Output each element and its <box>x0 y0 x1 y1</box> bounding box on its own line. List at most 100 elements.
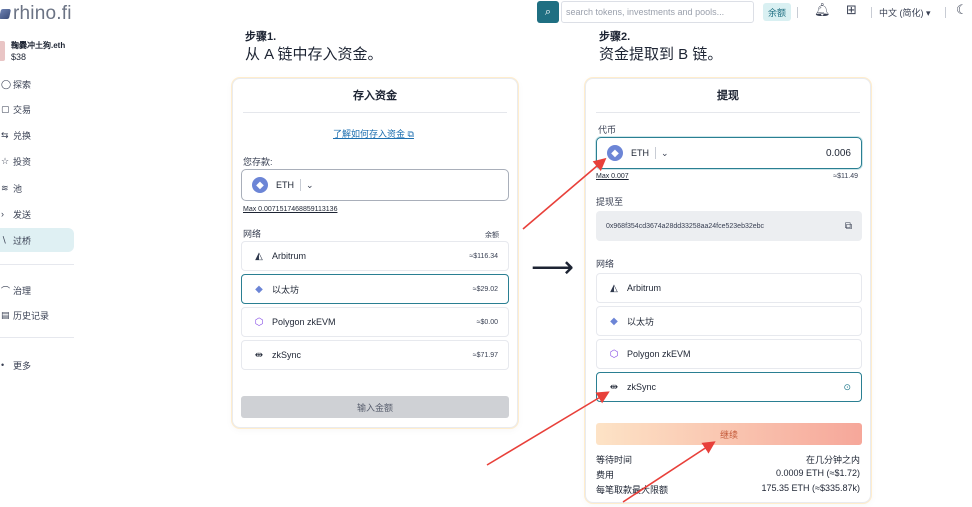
ethereum-icon: ◆ <box>255 283 263 295</box>
sidebar-item-governance[interactable]: ⌒ 治理 <box>0 278 74 302</box>
sidebar-item-label: 发送 <box>13 209 32 220</box>
eth-icon: ◆ <box>607 145 623 161</box>
bridge-icon: ∖ <box>1 234 7 245</box>
max-limit-label: 每笔取款最大限额 <box>596 485 669 495</box>
sidebar-item-label: 交易 <box>13 104 32 115</box>
token-name: ETH <box>276 180 294 190</box>
withdraw-amount[interactable]: 0.006 <box>826 148 851 159</box>
network-name: 以太坊 <box>272 284 300 295</box>
avatar <box>0 41 5 61</box>
you-deposit-label: 您存款: <box>243 157 273 167</box>
user-name: 鞠爨冲土狗.eth <box>11 41 66 50</box>
deposit-card-title: 存入资金 <box>243 87 507 113</box>
token-separator <box>655 147 656 159</box>
network-balance: ≈$71.97 <box>472 351 498 359</box>
withdraw-amount-input[interactable]: ◆ ETH ⌄ 0.006 <box>596 137 862 169</box>
network-name: Arbitrum <box>627 283 662 293</box>
token-label: 代币 <box>598 125 617 135</box>
sidebar-item-bridge[interactable]: ∖ 过桥 <box>0 228 74 252</box>
bell-icon[interactable]: 🔔︎ <box>814 2 831 18</box>
arbitrum-icon: ◭ <box>255 250 263 262</box>
network-name: Polygon zkEVM <box>272 317 336 327</box>
topbar-divider <box>871 7 872 18</box>
network-option-arbitrum[interactable]: ◭ Arbitrum ≈$116.34 <box>241 241 509 271</box>
selected-check-icon: ⊙ <box>843 381 851 392</box>
network-name: zkSync <box>627 382 657 392</box>
copy-icon[interactable]: ⧉ <box>845 221 852 232</box>
sidebar-divider <box>0 264 74 265</box>
search-button[interactable]: ⌕ <box>537 1 559 23</box>
sidebar-item-send[interactable]: › 发送 <box>0 202 74 226</box>
invest-icon: ☆ <box>1 155 10 166</box>
language-selector[interactable]: 中文 (简化) ▾ <box>879 6 931 19</box>
network-option-zksync[interactable]: ⇹ zkSync ≈$71.97 <box>241 340 509 370</box>
deposit-max[interactable]: Max 0.0071517468859113136 <box>243 206 337 213</box>
sidebar-item-more[interactable]: • 更多 <box>0 353 74 377</box>
network-option-ethereum[interactable]: ◆ 以太坊 ≈$29.02 <box>241 274 509 304</box>
network-option-polygon-zkevm[interactable]: ⬡ Polygon zkEVM ≈$0.00 <box>241 307 509 337</box>
sidebar-item-label: 投资 <box>13 156 32 167</box>
rhino-logo-icon <box>0 9 12 19</box>
sidebar-item-trade[interactable]: ▢ 交易 <box>0 97 74 121</box>
fee-label: 费用 <box>596 470 615 480</box>
zksync-icon: ⇹ <box>609 381 619 393</box>
withdraw-max[interactable]: Max 0.007 <box>596 173 629 180</box>
network-balance: ≈$116.34 <box>469 252 498 260</box>
network-balance: ≈$29.02 <box>472 285 498 293</box>
network-label: 网络 <box>596 259 615 269</box>
network-option-arbitrum[interactable]: ◭ Arbitrum <box>596 273 862 303</box>
network-balance: ≈$0.00 <box>476 318 498 326</box>
withdraw-address-field[interactable]: 0x968f354cd3674a28dd33258aa24fce523eb32e… <box>596 211 862 241</box>
eth-icon: ◆ <box>252 177 268 193</box>
network-name: Polygon zkEVM <box>627 349 691 359</box>
network-option-zksync[interactable]: ⇹ zkSync ⊙ <box>596 372 862 402</box>
sidebar-item-swap[interactable]: ⇆ 兑换 <box>0 123 74 147</box>
network-option-ethereum[interactable]: ◆ 以太坊 <box>596 306 862 336</box>
token-name: ETH <box>631 148 649 158</box>
sidebar: rhino.fi 鞠爨冲土狗.eth $38 ◯ 探索 ▢ 交易 ⇆ 兑换 ☆ … <box>0 0 78 507</box>
network-option-polygon-zkevm[interactable]: ⬡ Polygon zkEVM <box>596 339 862 369</box>
more-icon: • <box>1 360 5 370</box>
sidebar-item-label: 历史记录 <box>13 310 50 321</box>
balance-button[interactable]: 余额 <box>763 3 792 21</box>
fee-row: 费用 0.0009 ETH (≈$1.72) <box>596 468 860 482</box>
network-name: zkSync <box>272 350 302 360</box>
external-link-icon: ⧉ <box>407 129 414 139</box>
sidebar-item-invest[interactable]: ☆ 投资 <box>0 149 74 173</box>
deposit-token-select[interactable]: ◆ ETH ⌄ <box>241 169 509 201</box>
wait-time-value: 在几分钟之内 <box>805 455 860 465</box>
sidebar-item-label: 兑换 <box>13 130 32 141</box>
wait-time-row: 等待时间 在几分钟之内 <box>596 453 860 467</box>
learn-deposit-link[interactable]: 了解如何存入资金 ⧉ <box>333 127 414 140</box>
search-icon: ⌕ <box>544 5 552 18</box>
continue-button[interactable]: 继续 <box>596 423 862 445</box>
history-icon: ▤ <box>1 309 10 320</box>
fee-value: 0.0009 ETH (≈$1.72) <box>776 468 860 478</box>
step2-title: 步骤2. <box>599 31 631 43</box>
chevron-down-icon[interactable]: ⌄ <box>661 148 669 159</box>
moon-icon[interactable]: ☾ <box>956 2 968 18</box>
sidebar-item-explore[interactable]: ◯ 探索 <box>0 72 74 96</box>
step1-subtitle: 从 A 链中存入资金。 <box>245 46 383 63</box>
user-balance: $38 <box>11 52 27 62</box>
search-placeholder: search tokens, investments and pools... <box>566 7 725 17</box>
sidebar-item-label: 过桥 <box>13 235 32 246</box>
search-input[interactable]: search tokens, investments and pools... <box>561 1 754 23</box>
ethereum-icon: ◆ <box>610 315 618 327</box>
trade-icon: ▢ <box>1 103 10 114</box>
token-separator <box>300 179 301 191</box>
topbar-divider <box>797 7 798 18</box>
rhino-logo[interactable]: rhino.fi <box>0 3 72 24</box>
sidebar-item-history[interactable]: ▤ 历史记录 <box>0 303 74 327</box>
governance-icon: ⌒ <box>1 285 11 296</box>
sidebar-item-label: 池 <box>13 183 23 194</box>
withdraw-to-label: 提现至 <box>596 197 624 207</box>
max-limit-value: 175.35 ETH (≈$335.87k) <box>761 483 861 493</box>
sidebar-item-pools[interactable]: ≋ 池 <box>0 176 74 200</box>
withdraw-usd-value: ≈$11.49 <box>833 173 858 180</box>
network-name: Arbitrum <box>272 251 307 261</box>
chevron-down-icon: ⌄ <box>306 179 314 190</box>
gift-icon[interactable]: ⊞ <box>846 2 857 18</box>
enter-amount-button[interactable]: 输入金额 <box>241 396 509 418</box>
deposit-card: 存入资金 了解如何存入资金 ⧉ 您存款: ◆ ETH ⌄ Max 0.00715… <box>232 78 518 428</box>
